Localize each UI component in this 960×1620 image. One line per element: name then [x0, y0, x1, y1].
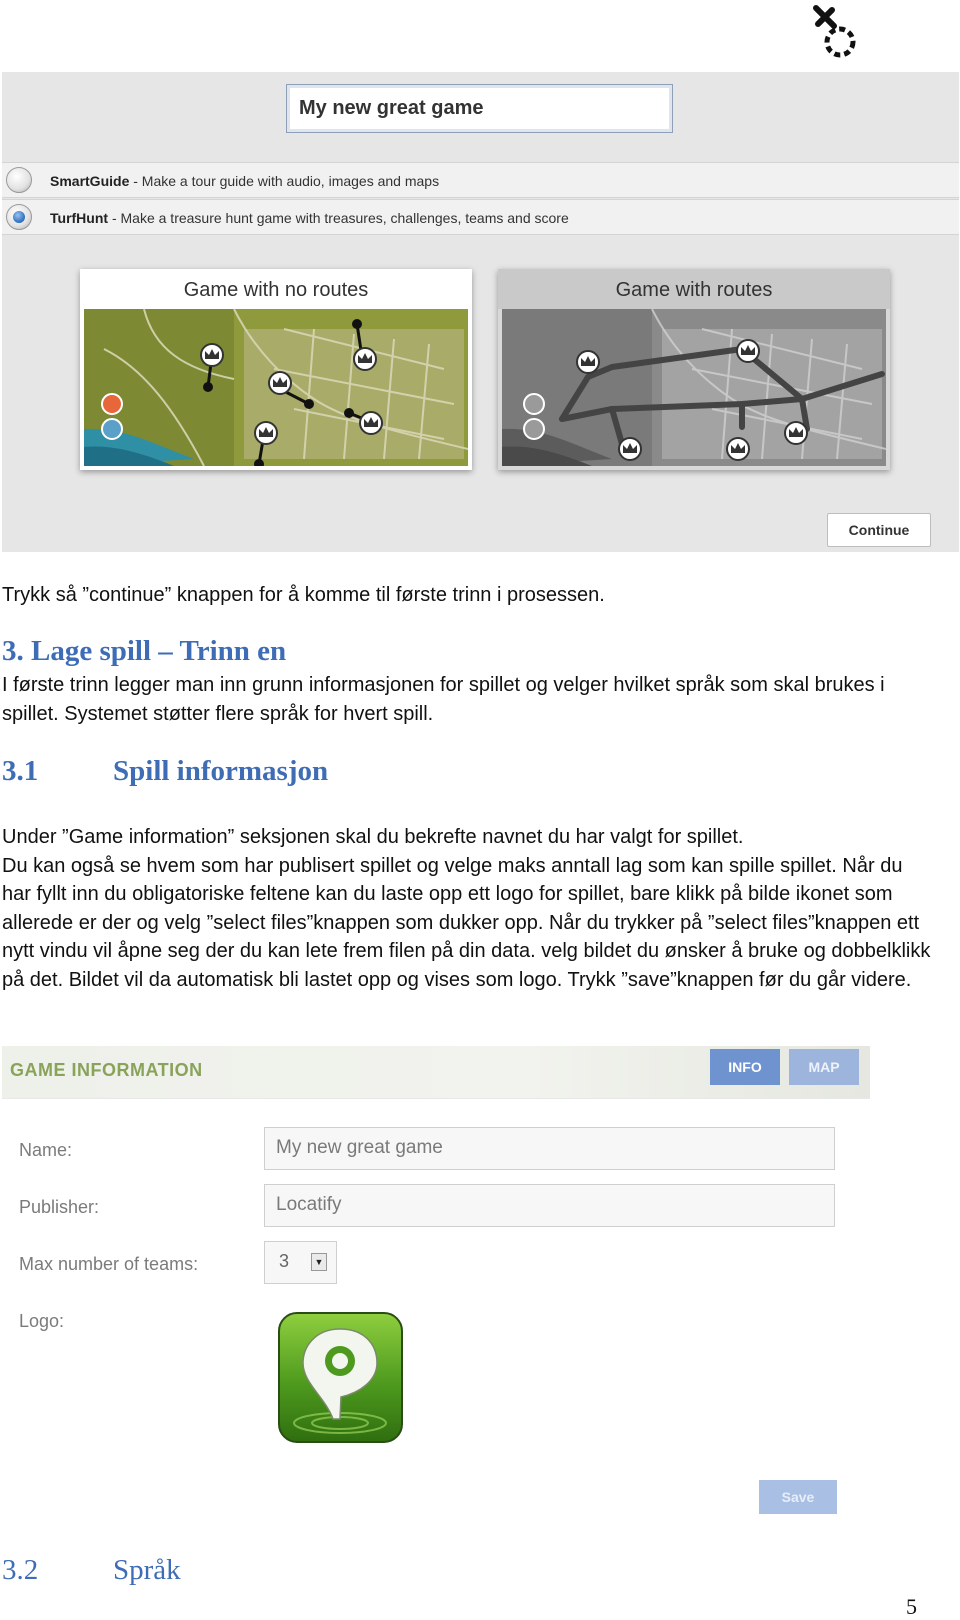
max-teams-value: 3: [279, 1251, 290, 1271]
heading-title: Lage spill – Trinn en: [31, 635, 287, 667]
paragraph-body: Du kan også se hvem som har publisert sp…: [2, 854, 931, 991]
panel-title: GAME INFORMATION: [10, 1060, 203, 1080]
card-caption: Game with no routes: [183, 279, 369, 301]
paragraph-continue: Trykk så ”continue” knappen for å komme …: [2, 584, 605, 606]
card-game-no-routes[interactable]: Game with no routes: [80, 269, 472, 470]
paragraph-intro: I første trinn legger man inn grunn info…: [2, 674, 885, 725]
dropdown-arrow-icon[interactable]: ▼: [311, 1253, 327, 1271]
location-pin-logo-icon[interactable]: [277, 1311, 404, 1444]
continue-button[interactable]: Continue: [827, 513, 931, 547]
publisher-label: Publisher:: [19, 1197, 100, 1217]
heading-number: 3.2: [2, 1554, 39, 1586]
save-button[interactable]: Save: [759, 1480, 837, 1514]
paragraph-game-information: Under ”Game information” seksjonen skal …: [2, 823, 932, 994]
game-title-input[interactable]: My new great game: [286, 84, 673, 133]
map-no-routes-image: [84, 309, 468, 466]
option-desc: - Make a tour guide with audio, images a…: [129, 173, 440, 189]
game-type-screenshot: My new great game SmartGuide - Make a to…: [2, 72, 959, 552]
name-input[interactable]: My new great game: [264, 1127, 835, 1170]
map-with-routes-image: [502, 309, 886, 466]
radio-icon[interactable]: [6, 204, 32, 230]
heading-number: 3.1: [2, 755, 39, 787]
card-caption: Game with routes: [498, 269, 890, 309]
game-information-panel: GAME INFORMATION INFO MAP Name: My new g…: [2, 1046, 870, 1526]
divider: [2, 1098, 870, 1099]
tab-map[interactable]: MAP: [789, 1049, 859, 1085]
logo-mark-icon: [813, 5, 856, 58]
heading-title: Spill informasjon: [113, 755, 329, 787]
option-smartguide[interactable]: SmartGuide - Make a tour guide with audi…: [2, 162, 959, 198]
publisher-input[interactable]: Locatify: [264, 1184, 835, 1227]
max-teams-select[interactable]: 3 ▼: [264, 1241, 337, 1284]
name-label: Name:: [19, 1140, 73, 1160]
heading-number: 3.: [2, 635, 24, 667]
option-name: TurfHunt: [50, 210, 109, 226]
logo-label: Logo:: [19, 1311, 65, 1331]
max-teams-label: Max number of teams:: [19, 1254, 199, 1274]
radio-icon[interactable]: [6, 167, 32, 193]
card-game-with-routes[interactable]: Game with routes: [498, 269, 890, 470]
page-number: 5: [906, 1594, 917, 1619]
option-name: SmartGuide: [50, 173, 130, 189]
tab-info[interactable]: INFO: [710, 1049, 780, 1085]
paragraph-line: Under ”Game information” seksjonen skal …: [2, 826, 744, 848]
heading-title: Språk: [113, 1554, 181, 1586]
heading-section-3: 3. Lage spill – Trinn en: [2, 635, 286, 668]
option-turfhunt[interactable]: TurfHunt - Make a treasure hunt game wit…: [2, 199, 959, 235]
panel-header: GAME INFORMATION INFO MAP: [2, 1046, 870, 1098]
option-desc: - Make a treasure hunt game with treasur…: [108, 210, 569, 226]
